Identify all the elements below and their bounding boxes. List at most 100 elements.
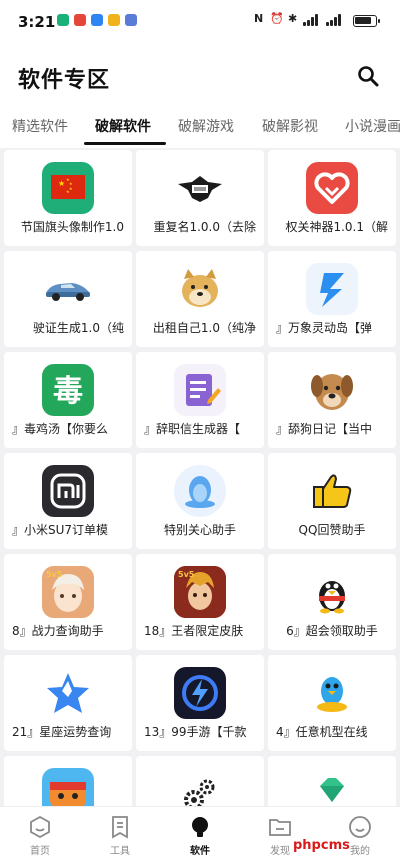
poison-character-icon: 毒 — [42, 364, 94, 416]
search-icon — [358, 66, 379, 87]
nav-software[interactable]: 软件 — [170, 813, 230, 861]
star-icon — [42, 667, 94, 719]
app-card[interactable]: 4』任意机型在线 — [268, 655, 396, 751]
bottom-nav: 首页 工具 软件 发现 我的 — [0, 806, 400, 863]
app-card[interactable]: 5v5 8』战力查询助手 — [4, 554, 132, 650]
app-label: 』万象灵动岛【弹 — [276, 321, 373, 335]
tools-icon — [112, 816, 128, 839]
letter-edit-icon — [174, 364, 226, 416]
app-label: 重复名1.0.0（去除 — [153, 220, 256, 234]
app-card[interactable]: 13』99手游【千款 — [136, 655, 264, 751]
search-button[interactable] — [356, 64, 380, 88]
nav-tools-label: 工具 — [110, 846, 130, 857]
svg-text:★: ★ — [69, 186, 73, 191]
watermark: phpcms — [293, 838, 350, 853]
game-hero-icon: 5v5 — [42, 566, 94, 618]
app-card[interactable]: 毒 』毒鸡汤【你要么 — [4, 352, 132, 448]
nav-discover[interactable]: 发现 — [250, 813, 310, 861]
profile-icon — [349, 816, 371, 838]
nav-home[interactable]: 首页 — [10, 813, 70, 861]
app-label: 8』战力查询助手 — [12, 624, 104, 638]
download-notification-icon — [57, 14, 69, 26]
app-label: 』小米SU7订单模 — [12, 523, 109, 537]
svg-text:5v5: 5v5 — [178, 570, 195, 579]
app-label: 』辞职信生成器【 — [144, 422, 241, 436]
app-card[interactable]: 』万象灵动岛【弹 — [268, 251, 396, 347]
doge-icon — [174, 263, 226, 315]
app-label: 特别关心助手 — [163, 523, 236, 537]
tab-novels-comics[interactable]: 小说漫画 — [345, 116, 400, 136]
app-card[interactable]: 5v5 18』王者限定皮肤 — [136, 554, 264, 650]
svg-text:毒: 毒 — [53, 374, 83, 409]
home-icon — [30, 815, 50, 839]
app-card[interactable]: 重复名1.0.0（去除 — [136, 150, 264, 246]
app-notification-icon — [74, 14, 86, 26]
discover-icon — [269, 819, 291, 836]
gears-icon — [174, 768, 226, 806]
app-card[interactable]: QQ回赞助手 — [268, 453, 396, 549]
qq-penguin-icon — [174, 465, 226, 517]
app-card[interactable]: 特别关心助手 — [136, 453, 264, 549]
xiaomi-logo-icon — [42, 465, 94, 517]
heart-badge-icon — [306, 162, 358, 214]
page-title: 软件专区 — [18, 68, 111, 93]
cell-signal-icon — [326, 14, 344, 26]
dynamic-island-icon — [306, 263, 358, 315]
app-card[interactable]: 』辞职信生成器【 — [136, 352, 264, 448]
nav-tools[interactable]: 工具 — [90, 813, 150, 861]
app-label: 权关神器1.0.1（解 — [285, 220, 388, 234]
svg-text:★: ★ — [58, 179, 65, 188]
header: 软件专区 — [0, 44, 400, 104]
app-label: QQ回赞助手 — [298, 523, 366, 537]
china-flag-icon: ★ ★ ★ ★ ★ — [42, 162, 94, 214]
app-grid: ★ ★ ★ ★ ★ 节国旗头像制作1.0 重复名1.0.0（去除 权关神器1.0… — [4, 150, 396, 806]
category-tabs: 精选软件 破解软件 破解游戏 破解影视 小说漫画 — [0, 104, 400, 148]
sports-car-icon — [42, 263, 94, 315]
tab-cracked-video[interactable]: 破解影视 — [262, 116, 318, 136]
app-card[interactable]: 』舔狗日记【当中 — [268, 352, 396, 448]
app-card[interactable]: 权关神器1.0.1（解 — [268, 150, 396, 246]
dog-photo-icon — [306, 364, 358, 416]
nav-software-label: 软件 — [190, 846, 210, 857]
message-notification-icon — [125, 14, 137, 26]
app-card[interactable]: 驶证生成1.0（纯 — [4, 251, 132, 347]
app-label: 21』星座运势查询 — [12, 725, 112, 739]
thumbs-up-icon — [306, 465, 358, 517]
app-card[interactable] — [268, 756, 396, 806]
eagle-emblem-icon — [174, 162, 226, 214]
app-card[interactable]: 出租自己1.0（纯净 — [136, 251, 264, 347]
app-label: 4』任意机型在线 — [276, 725, 368, 739]
app-label: 节国旗头像制作1.0 — [20, 220, 124, 234]
nav-home-label: 首页 — [30, 846, 50, 857]
sale-notification-icon — [108, 14, 120, 26]
svg-text:5v5: 5v5 — [46, 570, 63, 579]
active-tab-indicator — [84, 142, 166, 145]
app-card[interactable] — [4, 756, 132, 806]
tab-cracked-software[interactable]: 破解软件 — [95, 116, 151, 136]
app-card[interactable] — [136, 756, 264, 806]
green-diamond-icon — [306, 768, 358, 806]
bluetooth-icon: ✱ — [288, 12, 298, 25]
game-character-icon — [42, 768, 94, 806]
cloud-notification-icon — [91, 14, 103, 26]
nav-profile[interactable]: 我的 — [330, 813, 390, 861]
app-card[interactable]: 6』超会领取助手 — [268, 554, 396, 650]
status-time: 3:21 — [18, 13, 56, 31]
app-label: 18』王者限定皮肤 — [144, 624, 244, 638]
game-warrior-icon: 5v5 — [174, 566, 226, 618]
app-label: 13』99手游【千款 — [144, 725, 247, 739]
app-card[interactable]: 21』星座运势查询 — [4, 655, 132, 751]
tab-cracked-games[interactable]: 破解游戏 — [178, 116, 234, 136]
svg-text:★: ★ — [66, 189, 70, 194]
app-card[interactable]: 』小米SU7订单模 — [4, 453, 132, 549]
app-label: 』毒鸡汤【你要么 — [12, 422, 109, 436]
wifi-signal-icon — [303, 14, 321, 26]
app-label: 』舔狗日记【当中 — [276, 422, 373, 436]
software-icon — [192, 817, 208, 837]
qq-red-penguin-icon — [306, 566, 358, 618]
tab-featured-software[interactable]: 精选软件 — [12, 116, 68, 136]
app-label: 驶证生成1.0（纯 — [32, 321, 124, 335]
app-card[interactable]: ★ ★ ★ ★ ★ 节国旗头像制作1.0 — [4, 150, 132, 246]
app-label: 6』超会领取助手 — [286, 624, 378, 638]
app-label: 出租自己1.0（纯净 — [152, 321, 256, 335]
